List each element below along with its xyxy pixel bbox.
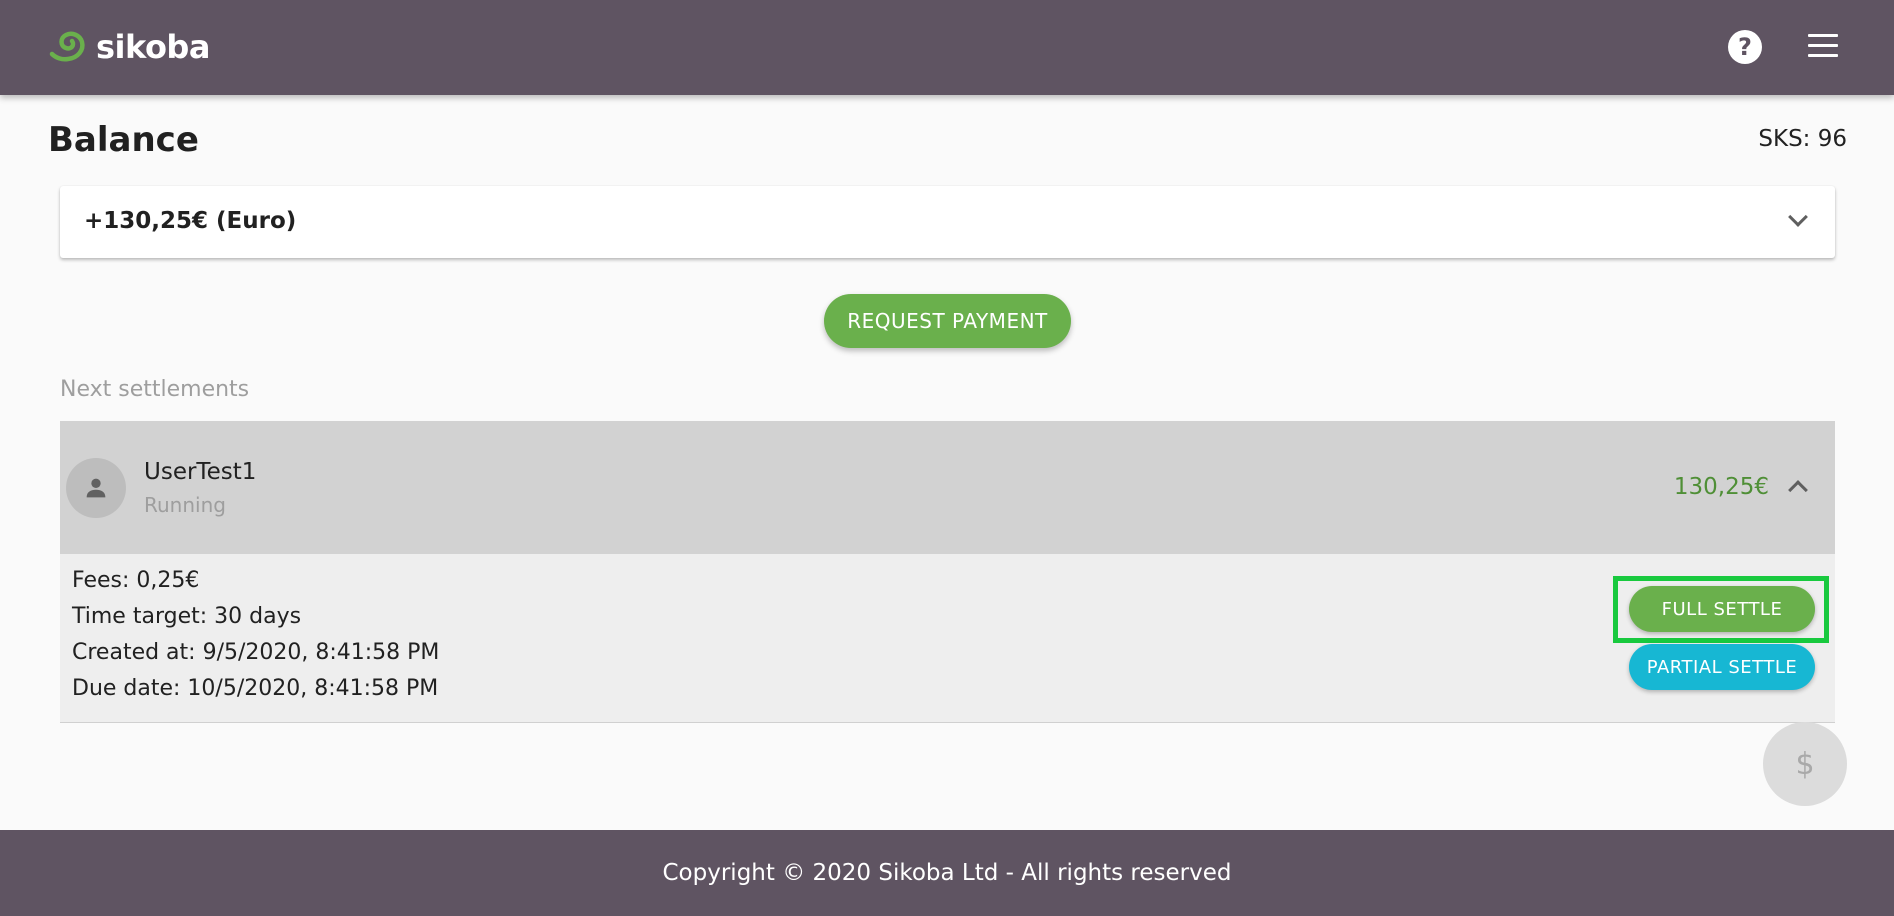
settlement-fees: Fees: 0,25€	[72, 568, 200, 593]
person-icon	[86, 478, 106, 498]
settlement-header[interactable]: UserTest1 Running 130,25€	[60, 421, 1835, 554]
sks-balance: SKS: 96	[1758, 126, 1847, 152]
top-app-bar: sikoba ?	[0, 0, 1894, 95]
settlement-due-date: Due date: 10/5/2020, 8:41:58 PM	[72, 676, 439, 701]
request-payment-button[interactable]: REQUEST PAYMENT	[824, 294, 1071, 348]
chevron-down-icon	[1788, 207, 1808, 227]
dollar-icon: $	[1795, 746, 1815, 782]
chevron-up-icon[interactable]	[1788, 480, 1808, 500]
section-label-next-settlements: Next settlements	[60, 377, 250, 402]
footer: Copyright © 2020 Sikoba Ltd - All rights…	[0, 830, 1894, 916]
settlement-status: Running	[144, 493, 226, 517]
settlement-time-target: Time target: 30 days	[72, 604, 302, 629]
copyright-text: Copyright © 2020 Sikoba Ltd - All rights…	[662, 860, 1232, 886]
avatar	[66, 458, 126, 518]
settlement-created-at: Created at: 9/5/2020, 8:41:58 PM	[72, 640, 440, 665]
help-circle-icon: ?	[1738, 33, 1752, 61]
full-settle-button[interactable]: FULL SETTLE	[1629, 586, 1815, 632]
logo-text: sikoba	[96, 28, 210, 66]
settlement-amount: 130,25€	[1673, 474, 1769, 500]
partial-settle-button[interactable]: PARTIAL SETTLE	[1629, 644, 1815, 690]
sikoba-spiral-icon	[49, 31, 85, 62]
settlement-user-name: UserTest1	[144, 459, 257, 485]
settlement-details: Fees: 0,25€ Time target: 30 days Created…	[60, 554, 1835, 723]
page-title: Balance	[48, 120, 199, 160]
help-button[interactable]: ?	[1728, 30, 1762, 64]
currency-selector[interactable]: +130,25€ (Euro)	[60, 186, 1835, 258]
sikoba-logo[interactable]: sikoba	[48, 26, 210, 68]
currency-balance-label: +130,25€ (Euro)	[84, 208, 297, 234]
hamburger-menu-icon[interactable]	[1808, 34, 1838, 58]
payment-fab[interactable]: $	[1763, 722, 1847, 806]
